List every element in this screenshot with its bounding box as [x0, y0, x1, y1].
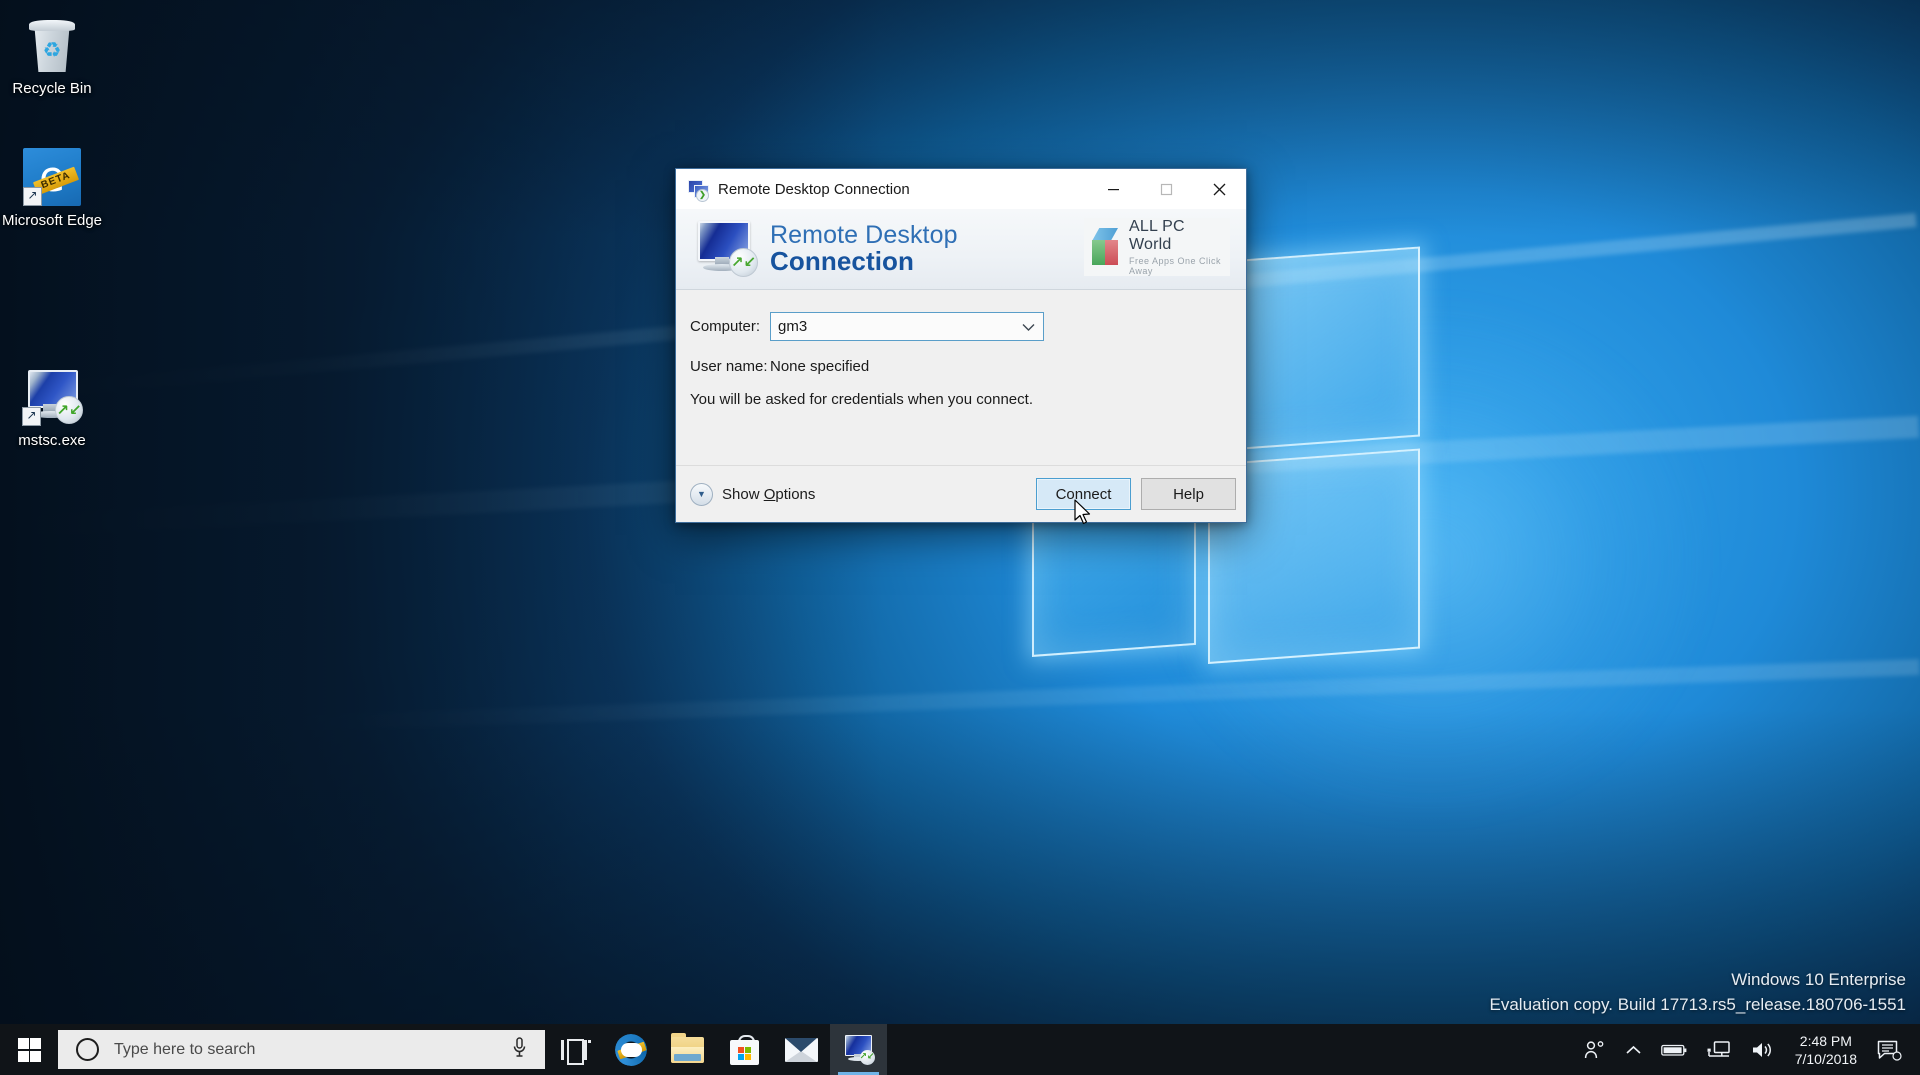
cube-logo-icon [1088, 227, 1124, 267]
clock[interactable]: 2:48 PM 7/10/2018 [1785, 1024, 1871, 1075]
remote-desktop-icon: ↗↙ ↗ [0, 360, 104, 426]
banner-line1: Remote Desktop [770, 220, 958, 249]
desktop-icon-mstsc-exe[interactable]: ↗↙ ↗ mstsc.exe [0, 360, 104, 450]
remote-desktop-titlebar-icon: ❯ [687, 178, 709, 202]
desktop-icon-label: Recycle Bin [12, 80, 92, 97]
system-tray[interactable]: 2:48 PM 7/10/2018 [1574, 1024, 1920, 1075]
clock-time: 2:48 PM [1799, 1032, 1852, 1049]
microsoft-store-icon [730, 1034, 759, 1065]
desktop-icon-label: Microsoft Edge [1, 212, 103, 229]
search-box[interactable]: Type here to search [58, 1030, 545, 1069]
close-button[interactable] [1193, 169, 1246, 209]
show-hidden-icons-button[interactable] [1616, 1024, 1651, 1075]
allpcworld-watermark-badge: ALL PC World Free Apps One Click Away [1084, 218, 1230, 276]
username-field-row: User name: None specified [676, 358, 1246, 375]
connect-button[interactable]: Connect [1036, 478, 1131, 510]
start-button[interactable] [0, 1024, 58, 1075]
computer-combobox[interactable]: gm3 [770, 312, 1044, 341]
battery-icon[interactable] [1651, 1024, 1697, 1075]
search-input[interactable]: Type here to search [114, 1041, 512, 1059]
taskbar-item-microsoft-store[interactable] [716, 1024, 773, 1075]
taskbar-item-mail[interactable] [773, 1024, 830, 1075]
taskbar-item-microsoft-edge[interactable] [602, 1024, 659, 1075]
file-explorer-icon [671, 1032, 704, 1063]
badge-tagline: Free Apps One Click Away [1129, 256, 1222, 276]
dialog-banner: ↗↙ Remote Desktop Connection ALL PC Worl… [676, 209, 1246, 290]
edge-icon: e BETA ↗ [0, 140, 104, 206]
computer-field-row: Computer: gm3 [676, 312, 1246, 341]
chevron-down-icon[interactable] [1022, 318, 1035, 335]
volume-icon[interactable] [1741, 1024, 1785, 1075]
action-center-button[interactable] [1871, 1024, 1920, 1075]
remote-desktop-icon: ↗↙ [843, 1034, 875, 1065]
shortcut-arrow-icon: ↗ [23, 187, 42, 206]
dialog-body: Computer: gm3 User name: None specified … [676, 290, 1246, 462]
taskbar[interactable]: Type here to search ↗↙ 2:48 PM 7/10/2018 [0, 1024, 1920, 1075]
taskbar-item-file-explorer[interactable] [659, 1024, 716, 1075]
minimize-button[interactable] [1087, 169, 1140, 209]
evaluation-watermark: Windows 10 Enterprise Evaluation copy. B… [1490, 967, 1906, 1017]
mail-icon [785, 1037, 818, 1062]
clock-date: 7/10/2018 [1794, 1050, 1857, 1067]
microphone-icon[interactable] [512, 1036, 527, 1063]
task-view-icon [560, 1038, 591, 1065]
maximize-button[interactable] [1140, 169, 1193, 209]
edge-icon [614, 1033, 647, 1066]
badge-text: ALL PC World Free Apps One Click Away [1129, 218, 1230, 276]
shortcut-arrow-icon: ↗ [22, 407, 41, 426]
taskbar-item-task-view[interactable] [545, 1024, 602, 1075]
desktop-icon-microsoft-edge[interactable]: e BETA ↗ Microsoft Edge [0, 140, 104, 230]
remote-desktop-connection-window[interactable]: ❯ Remote Desktop Connection ↗↙ Remote De… [675, 168, 1247, 523]
taskbar-item-remote-desktop-connection[interactable]: ↗↙ [830, 1024, 887, 1075]
cortana-circle-icon [76, 1038, 99, 1061]
banner-line2: Connection [770, 246, 914, 277]
banner-text: Remote Desktop Connection [770, 222, 958, 276]
remote-desktop-logo-icon: ↗↙ [694, 220, 758, 278]
desktop-icon-label: mstsc.exe [18, 432, 86, 449]
desktop-icon-recycle-bin[interactable]: ♻ Recycle Bin [0, 8, 104, 98]
show-options-toggle[interactable]: ▼ Show Options [690, 482, 816, 506]
watermark-line1: Windows 10 Enterprise [1731, 970, 1906, 989]
username-value: None specified [770, 358, 870, 375]
show-options-label: Show Options [722, 485, 816, 503]
windows-logo-icon [17, 1038, 41, 1062]
watermark-line2: Evaluation copy. Build 17713.rs5_release… [1489, 995, 1906, 1014]
computer-label: Computer: [690, 318, 761, 335]
computer-input-value[interactable]: gm3 [771, 318, 807, 335]
chevron-down-circle-icon[interactable]: ▼ [690, 482, 713, 506]
people-icon[interactable] [1574, 1024, 1616, 1075]
credentials-hint: You will be asked for credentials when y… [690, 391, 1033, 408]
network-icon[interactable] [1697, 1024, 1741, 1075]
username-label: User name: [690, 358, 768, 375]
window-controls[interactable] [1087, 169, 1246, 209]
badge-title: ALL PC World [1129, 218, 1185, 253]
wallpaper-vignette [0, 0, 1920, 1075]
window-title: Remote Desktop Connection [718, 180, 910, 198]
dialog-footer: ▼ Show Options Connect Help [676, 465, 1246, 522]
title-bar[interactable]: ❯ Remote Desktop Connection [676, 169, 1246, 209]
help-button[interactable]: Help [1141, 478, 1236, 510]
desktop[interactable]: ♻ Recycle Bin e BETA ↗ Microsoft Edge ↗↙… [0, 0, 1920, 1075]
recycle-bin-icon: ♻ [0, 8, 104, 74]
